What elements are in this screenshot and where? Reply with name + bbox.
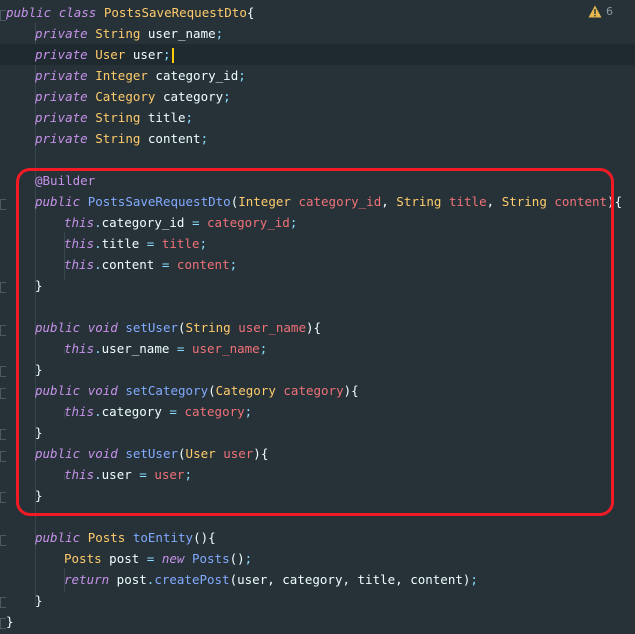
fold-marker-icon[interactable] [0, 451, 6, 462]
code-line[interactable]: private User user; [0, 44, 635, 65]
code-line[interactable]: public class PostsSaveRequestDto{ [0, 2, 635, 23]
code-token: Posts [191, 551, 230, 566]
code-token: User [95, 47, 126, 62]
code-editor[interactable]: }} return post.createPost(user, category,… [0, 0, 635, 634]
code-token: ; [185, 110, 194, 125]
warning-count: 6 [606, 4, 613, 18]
code-token: Posts [64, 551, 102, 566]
fold-marker-icon[interactable] [0, 535, 6, 546]
code-line[interactable]: } [0, 590, 635, 611]
code-token: toEntity [132, 530, 194, 545]
fold-marker-icon[interactable] [0, 10, 6, 21]
code-token: ; [238, 68, 246, 83]
code-token: private [35, 26, 88, 41]
fold-marker-icon[interactable] [0, 492, 6, 503]
highlight-box [16, 168, 614, 516]
code-line[interactable]: private Integer category_id; [0, 65, 635, 86]
code-token: () [229, 551, 245, 566]
fold-marker-icon[interactable] [0, 366, 6, 377]
code-line[interactable]: private String content; [0, 128, 635, 149]
fold-marker-icon[interactable] [0, 618, 6, 629]
code-token: class [58, 5, 97, 20]
code-line[interactable]: private String user_name; [0, 23, 635, 44]
code-token: category_id [147, 68, 239, 83]
code-token: category [155, 89, 224, 104]
code-token: ; [223, 89, 231, 104]
code-token: { [246, 5, 255, 20]
code-token: post [109, 572, 147, 587]
code-token: post [101, 551, 147, 566]
code-token: title [140, 110, 186, 125]
code-token: public [6, 5, 52, 20]
code-token: PostsSaveRequestDto [103, 5, 247, 20]
code-line[interactable]: Posts post = new Posts(); [0, 548, 635, 569]
code-line[interactable] [0, 149, 635, 170]
code-token: user_name [140, 26, 216, 41]
fold-marker-icon[interactable] [0, 388, 6, 399]
fold-marker-icon[interactable] [0, 325, 6, 336]
code-token: Integer [95, 68, 148, 83]
code-line[interactable]: return post.createPost(user, category, t… [0, 569, 635, 590]
code-line[interactable]: private String title; [0, 107, 635, 128]
code-token: (){ [193, 530, 216, 545]
code-token: private [35, 131, 88, 146]
code-token: (user, category, title, content) [229, 572, 471, 587]
code-token: private [35, 110, 88, 125]
code-token: private [35, 89, 88, 104]
warning-triangle-icon [588, 5, 602, 17]
code-token: content [140, 131, 201, 146]
code-token: ; [162, 47, 171, 62]
code-token: ; [244, 551, 253, 566]
code-line[interactable]: public Posts toEntity(){ [0, 527, 635, 548]
code-token: } [35, 593, 43, 608]
code-token: new [161, 551, 185, 566]
fold-marker-icon[interactable] [0, 597, 6, 608]
code-token: user [125, 47, 163, 62]
code-line[interactable]: private Category category; [0, 86, 635, 107]
code-token: } [6, 614, 14, 629]
code-token: ; [200, 131, 209, 146]
code-token: ; [215, 26, 224, 41]
code-token: private [35, 68, 88, 83]
code-token: String [95, 26, 141, 41]
inspection-warnings[interactable]: 6 [588, 4, 613, 18]
code-token: Posts [87, 530, 126, 545]
code-token: return [64, 572, 110, 587]
code-token: String [95, 131, 141, 146]
text-caret [171, 48, 174, 63]
code-token: ; [470, 572, 478, 587]
fold-marker-icon[interactable] [0, 199, 6, 210]
code-token: String [95, 110, 141, 125]
fold-marker-icon[interactable] [0, 282, 6, 293]
code-token: createPost [154, 572, 230, 587]
code-line[interactable]: } [0, 611, 635, 632]
code-token: public [35, 530, 81, 545]
code-token: Category [95, 89, 156, 104]
fold-marker-icon[interactable] [0, 429, 6, 440]
code-token: private [35, 47, 88, 62]
